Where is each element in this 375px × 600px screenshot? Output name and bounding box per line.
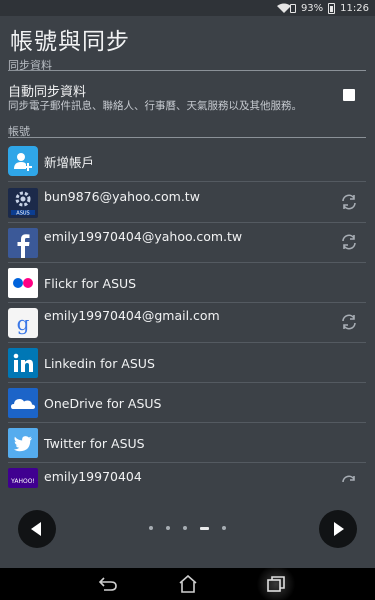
back-button[interactable] [96,572,120,596]
chevron-right-icon [334,522,344,536]
svg-text:ASUS: ASUS [16,210,29,216]
sync-icon[interactable] [340,313,358,331]
svg-text:g: g [17,311,30,335]
sync-icon[interactable] [340,474,358,488]
account-row-google[interactable]: g emily19970404@gmail.com [0,303,375,343]
page-indicator [149,525,226,531]
back-icon [98,577,117,591]
account-label: 新增帳戶 [44,154,95,170]
account-row-onedrive[interactable]: OneDrive for ASUS [0,383,375,423]
account-label: bun9876@yahoo.com.tw [44,189,200,204]
section-divider [8,137,366,138]
account-label: OneDrive for ASUS [44,396,162,411]
home-icon [179,575,197,593]
page-dot[interactable] [183,526,187,530]
yahoo-logo-text: YAHOO! [11,477,35,485]
linkedin-icon [8,348,38,378]
onedrive-icon [8,388,38,418]
page-dot[interactable] [222,526,226,530]
account-row-twitter[interactable]: Twitter for ASUS [0,423,375,463]
google-icon: g [8,308,38,338]
chevron-left-icon [31,522,41,536]
sim-icon [289,3,296,13]
yahoo-icon: YAHOO! [8,468,38,488]
battery-percent: 93% [300,2,324,14]
status-bar: 93% 11:26 [0,0,375,16]
home-button[interactable] [176,572,200,596]
account-label: emily19970404@gmail.com [44,308,220,323]
twitter-icon [8,428,38,458]
wifi-icon [276,3,291,13]
account-row-facebook[interactable]: emily19970404@yahoo.com.tw [0,223,375,263]
page-dot-active[interactable] [200,526,209,530]
account-label: emily19970404@yahoo.com.tw [44,229,243,244]
next-button[interactable] [319,510,357,548]
sync-icon[interactable] [340,233,358,251]
system-nav-bar [0,568,375,600]
sync-icon[interactable] [340,193,358,211]
account-label: emily19970404 [44,469,142,484]
auto-sync-description: 同步電子郵件訊息、聯絡人、行事曆、天氣服務以及其他服務。 [8,100,302,112]
recents-icon [267,576,285,592]
page-title: 帳號與同步 [10,29,130,55]
add-account-row[interactable]: 新增帳戶 [0,141,375,181]
facebook-icon [8,228,38,258]
account-row-yahoo[interactable]: YAHOO! emily19970404 [0,463,375,488]
recents-button[interactable] [256,568,296,600]
battery-icon [328,2,336,14]
add-account-icon [8,146,38,176]
clock: 11:26 [340,2,369,14]
account-label: Linkedin for ASUS [44,356,155,371]
flickr-icon [8,268,38,298]
account-label: Flickr for ASUS [44,276,137,291]
account-row-linkedin[interactable]: Linkedin for ASUS [0,343,375,383]
asus-settings-icon: ASUS [8,188,38,218]
account-row-asus[interactable]: ASUS bun9876@yahoo.com.tw [0,182,375,222]
account-row-flickr[interactable]: Flickr for ASUS [0,263,375,303]
page-dot[interactable] [166,526,170,530]
section-divider [8,70,366,71]
page-dot[interactable] [149,526,153,530]
auto-sync-checkbox[interactable] [343,89,355,101]
account-label: Twitter for ASUS [44,436,145,451]
previous-button[interactable] [18,510,56,548]
